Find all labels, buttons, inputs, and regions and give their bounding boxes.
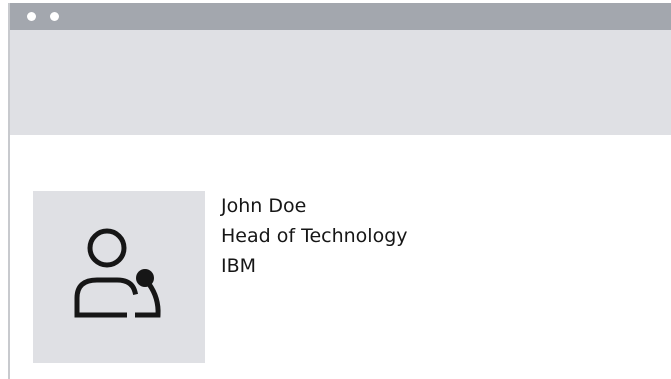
avatar	[33, 191, 205, 363]
profile-title: Head of Technology	[221, 225, 408, 247]
profile-name: John Doe	[221, 195, 307, 217]
profile-banner	[10, 30, 671, 135]
window-titlebar	[10, 3, 671, 30]
user-speaker-icon	[74, 228, 161, 318]
browser-window: John Doe Head of Technology IBM	[8, 3, 671, 379]
window-control-dot[interactable]	[27, 12, 36, 21]
profile-company: IBM	[221, 255, 257, 277]
window-control-dot[interactable]	[50, 12, 59, 21]
profile-info: John Doe Head of Technology IBM	[221, 191, 408, 281]
